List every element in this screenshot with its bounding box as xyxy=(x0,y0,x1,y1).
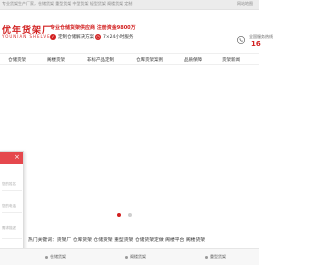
divider xyxy=(2,238,22,239)
side-inquiry-form: × 您的姓名 您的电话 需求描述 提交 xyxy=(0,151,24,261)
nav-item-quality[interactable]: 品质保障 xyxy=(184,57,202,63)
site-header: 优年货架厂 YOUNIAN SHELVES 专业仓储货架供应商 注册资金9800… xyxy=(0,10,273,50)
message-field[interactable]: 需求描述 xyxy=(2,226,16,231)
phone-field[interactable]: 您的电话 xyxy=(2,204,16,209)
category-link-label: 阁楼货架 xyxy=(130,254,146,259)
check-icon: ✓ xyxy=(50,34,56,40)
carousel-dot-1[interactable] xyxy=(117,213,121,217)
feature-custom-solution: ✓ 定制仓储解决方案 xyxy=(50,34,94,40)
name-field[interactable]: 您的姓名 xyxy=(2,182,16,187)
hotline-number[interactable]: 16 xyxy=(251,40,261,48)
category-link-mezzanine[interactable]: 阁楼货架 xyxy=(125,254,146,260)
category-link-warehouse[interactable]: 仓储货架 xyxy=(45,254,66,260)
nav-item-cases[interactable]: 仓库货架案例 xyxy=(136,57,163,63)
category-link-label: 重型货架 xyxy=(210,254,226,259)
nav-item-mezzanine-shelves[interactable]: 阁楼货架 xyxy=(47,57,65,63)
bullet-icon xyxy=(45,255,48,259)
carousel-dot-2[interactable] xyxy=(128,213,132,217)
top-bar: 专业货架生产厂家，仓储货架 重型货架 中型货架 轻型货架 阁楼货架 定制 网站地… xyxy=(0,0,259,10)
close-icon[interactable]: × xyxy=(14,154,20,161)
hero-banner[interactable] xyxy=(0,66,259,226)
sitemap-link[interactable]: 网站地图 xyxy=(237,1,253,7)
bullet-icon xyxy=(125,255,128,259)
feature-custom-solution-label: 定制仓储解决方案 xyxy=(58,35,94,40)
category-link-label: 仓储货架 xyxy=(50,254,66,259)
top-bar-text: 专业货架生产厂家，仓储货架 重型货架 中型货架 轻型货架 阁楼货架 定制 xyxy=(2,1,133,6)
main-nav: 仓储货架 阁楼货架 非标产品定制 仓库货架案例 品质保障 货架新闻 xyxy=(0,53,259,65)
divider xyxy=(2,190,22,191)
bullet-icon xyxy=(205,255,208,259)
divider xyxy=(2,212,22,213)
category-links: 仓储货架 阁楼货架 重型货架 xyxy=(0,248,259,265)
nav-item-news[interactable]: 货架新闻 xyxy=(222,57,240,63)
logo-subtitle: YOUNIAN SHELVES xyxy=(2,34,55,39)
category-link-heavy-duty[interactable]: 重型货架 xyxy=(205,254,226,260)
header-slogan: 专业仓储货架供应商 注册资金9800万 xyxy=(50,25,136,31)
feature-service-hours-label: 7×24小时服务 xyxy=(103,35,134,40)
feature-service-hours: ◷ 7×24小时服务 xyxy=(95,34,133,40)
clock-icon: ◷ xyxy=(95,34,101,40)
nav-item-warehouse-shelves[interactable]: 仓储货架 xyxy=(8,57,26,63)
form-header: × xyxy=(0,152,23,164)
phone-icon xyxy=(237,36,245,44)
hot-keywords: 热门关键词：货架厂 仓库货架 仓储货架 重型货架 仓储货架定做 阁楼平台 阁楼货… xyxy=(28,238,206,243)
nav-item-custom-products[interactable]: 非标产品定制 xyxy=(87,57,114,63)
